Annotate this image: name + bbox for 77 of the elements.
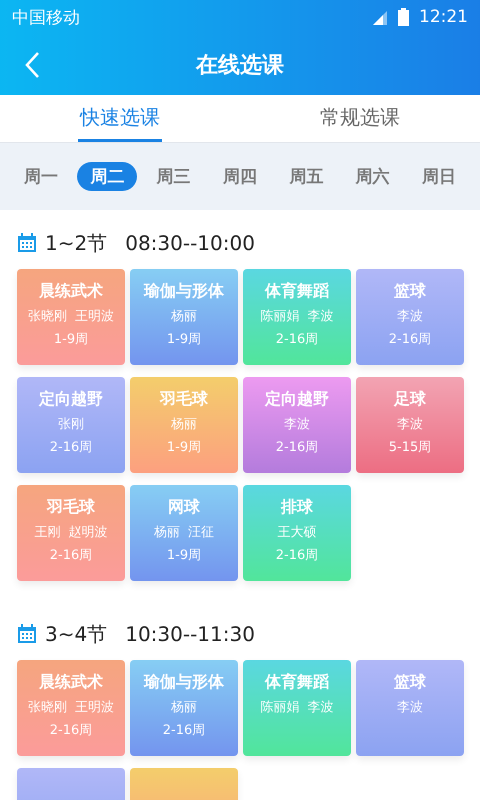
period-label: 3~4节 — [45, 620, 108, 648]
course-card[interactable]: 瑜伽与形体 杨丽 1-9周 — [130, 269, 238, 365]
course-card[interactable]: 羽毛球 王刚 赵明波 2-16周 — [17, 485, 125, 581]
day-tab[interactable]: 周一 — [11, 162, 72, 191]
course-title: 排球 — [281, 497, 313, 518]
teacher-names: 张晓刚 王明波 — [28, 308, 114, 325]
course-title: 羽毛球 — [160, 389, 208, 410]
course-title: 定向越野 — [265, 389, 329, 410]
course-card[interactable]: 瑜伽与形体 杨丽 2-16周 — [130, 660, 238, 756]
course-title: 羽毛球 — [47, 497, 95, 518]
teacher-names: 张刚 — [58, 416, 84, 433]
carrier-name: 中国移动 — [12, 6, 80, 28]
day-tab[interactable]: 周三 — [144, 162, 204, 191]
teacher-names: 李波 — [397, 308, 423, 325]
course-title: 足球 — [394, 389, 426, 410]
course-title: 定向越野 — [39, 389, 103, 410]
teacher-names: 王大硕 — [278, 524, 316, 541]
week-range: 2-16周 — [50, 439, 92, 456]
course-card[interactable]: 足球 李波 5-15周 — [356, 377, 464, 473]
teacher-names: 杨丽 — [171, 308, 197, 325]
teacher-names: 杨丽 汪征 — [154, 524, 214, 541]
course-card[interactable]: 排球 王大硕 2-16周 — [243, 485, 351, 581]
teacher-names: 李波 — [397, 416, 423, 433]
course-title: 网球 — [168, 497, 200, 518]
week-range: 1-9周 — [166, 439, 202, 456]
tab[interactable]: 常规选课 — [318, 95, 402, 142]
course-card[interactable]: 晨练武术 张晓刚 王明波 2-16周 — [17, 660, 125, 756]
week-range: 2-16周 — [50, 722, 92, 739]
course-card[interactable]: 羽毛球 杨丽 1-9周 — [130, 377, 238, 473]
clock-time: 12:21 — [419, 7, 468, 27]
course-card[interactable]: 体育舞蹈 陈丽娟 李波 2-16周 — [243, 269, 351, 365]
time-range: 08:30--10:00 — [125, 231, 255, 255]
teacher-names: 杨丽 — [171, 416, 197, 433]
teacher-names: 陈丽娟 李波 — [260, 308, 334, 325]
course-card[interactable]: 晨练武术 张晓刚 王明波 1-9周 — [17, 269, 125, 365]
course-card[interactable]: 网球 杨丽 汪征 1-9周 — [130, 485, 238, 581]
course-card[interactable]: 篮球 李波 2-16周 — [356, 269, 464, 365]
course-title: 瑜伽与形体 — [144, 672, 224, 693]
teacher-names: 陈丽娟 李波 — [260, 699, 334, 716]
course-title: 瑜伽与形体 — [144, 281, 224, 302]
week-range: 1-9周 — [54, 331, 88, 348]
signal-icon — [372, 9, 388, 25]
time-range: 10:30--11:30 — [125, 622, 255, 646]
week-range: 2-16周 — [276, 547, 318, 564]
course-card[interactable]: 定向越野 张刚 2-16周 — [17, 377, 125, 473]
week-range: 2-16周 — [162, 722, 206, 739]
battery-icon — [398, 8, 409, 26]
course-card[interactable]: 定向越野 李波 2-16周 — [243, 377, 351, 473]
teacher-names: 李波 — [284, 416, 310, 433]
week-range: 1-9周 — [166, 547, 202, 564]
week-range: 2-16周 — [276, 439, 318, 456]
teacher-names: 王刚 赵明波 — [34, 524, 108, 541]
teacher-names: 张晓刚 王明波 — [28, 699, 114, 716]
week-range: 2-16周 — [388, 331, 432, 348]
course-title: 体育舞蹈 — [265, 672, 329, 693]
course-card[interactable]: 体育舞蹈 陈丽娟 李波 — [243, 660, 351, 756]
calendar-icon — [17, 624, 37, 644]
course-title: 篮球 — [394, 672, 426, 693]
day-tab[interactable]: 周二 — [77, 162, 138, 191]
week-range: 2-16周 — [276, 331, 318, 348]
day-tab[interactable]: 周六 — [342, 162, 403, 191]
week-range: 5-15周 — [388, 439, 432, 456]
week-range: 1-9周 — [166, 331, 202, 348]
page-title: 在线选课 — [196, 52, 284, 80]
course-title: 篮球 — [394, 281, 426, 302]
day-tab[interactable]: 周五 — [276, 162, 336, 191]
course-card[interactable]: 篮球 李波 — [356, 660, 464, 756]
course-title: 晨练武术 — [39, 672, 103, 693]
week-range: 2-16周 — [50, 547, 92, 564]
teacher-names: 李波 — [397, 699, 423, 716]
day-tab[interactable]: 周日 — [408, 162, 469, 191]
course-title: 体育舞蹈 — [265, 281, 329, 302]
day-tab[interactable]: 周四 — [210, 162, 270, 191]
period-label: 1~2节 — [45, 230, 108, 256]
teacher-names: 杨丽 — [171, 699, 197, 716]
calendar-icon — [17, 233, 37, 253]
course-title: 晨练武术 — [39, 281, 103, 302]
